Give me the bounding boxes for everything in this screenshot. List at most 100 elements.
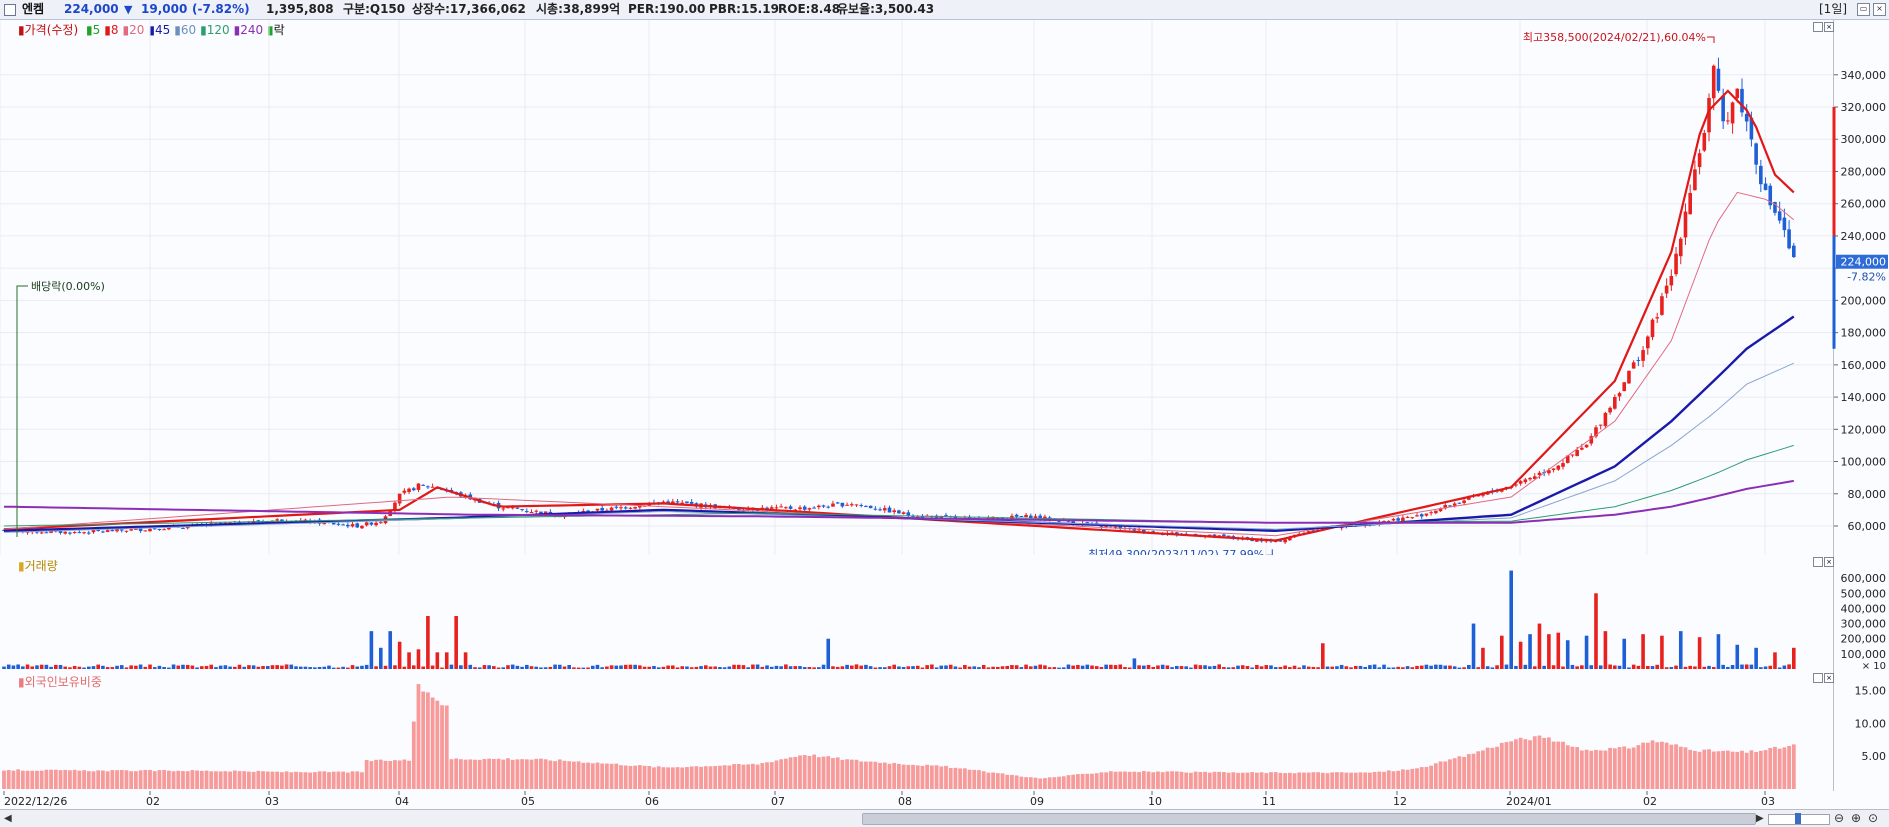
price-close-icon[interactable]: × (1824, 22, 1834, 32)
candle-body (892, 510, 896, 513)
volume-bar (996, 667, 1000, 669)
foreign-bar (831, 758, 835, 789)
volume-bar (1358, 665, 1363, 669)
volume-bar (327, 665, 331, 669)
candle-body (82, 532, 86, 534)
volume-bar (529, 666, 534, 669)
zoom-reset-icon[interactable]: ⊙ (1868, 811, 1878, 825)
scroll-left-icon[interactable]: ◀ (4, 813, 12, 824)
foreign-bar (463, 759, 468, 789)
foreign-bar (812, 754, 817, 789)
close-window-icon[interactable]: × (1873, 3, 1886, 16)
foreign-bar (1377, 771, 1382, 789)
header-checkbox[interactable] (4, 4, 16, 16)
foreign-bar (1697, 751, 1702, 789)
volume-bar (732, 664, 736, 669)
volume-bar (1683, 666, 1688, 669)
volume-bar (138, 664, 143, 669)
volume-bar (1061, 667, 1066, 669)
volume-bar (1377, 667, 1382, 669)
price-chart[interactable]: 최고358,500(2024/02/21),60.04%최저49,300(202… (0, 20, 1833, 561)
volume-bar (1457, 667, 1462, 669)
foreign-bar (1476, 751, 1481, 789)
volume-bar (91, 666, 96, 669)
foreign-bar (496, 758, 501, 789)
foreign-bar (1405, 769, 1410, 789)
foreign-bar (279, 772, 284, 789)
volume-bar (1189, 667, 1193, 669)
volume-bar (685, 666, 689, 669)
price-pane[interactable]: ▮가격(수정) ▮5 ▮8 ▮20 ▮45 ▮60 ▮120 ▮240 ▮락 최고358,5… (0, 20, 1833, 561)
zoom-out-icon[interactable]: ⊖ (1834, 811, 1844, 825)
period-selector[interactable]: [1일] (1819, 0, 1847, 19)
zoom-slider-handle[interactable] (1795, 813, 1801, 824)
price-tick-label: 160,000 (1841, 359, 1887, 372)
volume-pane[interactable]: ▮거래량 (0, 555, 1833, 672)
volume-bar (204, 665, 209, 669)
volume-bar (1777, 667, 1782, 669)
candle-body (1702, 132, 1707, 151)
candle-body (86, 532, 91, 534)
candle-body (628, 507, 633, 509)
dividend-annotation: 배당락(0.00%) (31, 280, 105, 293)
volume-bar (1174, 665, 1179, 669)
foreign-bar (642, 765, 647, 789)
foreign-bar (623, 765, 628, 789)
volume-bar (1467, 664, 1471, 669)
foreign-restore-icon[interactable] (1813, 673, 1823, 683)
foreign-bar (750, 763, 755, 789)
foreign-pane[interactable]: ▮외국인보유비중 (0, 671, 1833, 792)
volume-bar (680, 666, 685, 669)
volume-close-icon[interactable]: × (1824, 557, 1834, 567)
volume-bar (798, 666, 802, 669)
foreign-bar (1631, 747, 1636, 789)
volume-restore-icon[interactable] (1813, 557, 1823, 567)
scroll-right-icon[interactable]: ▶ (1756, 813, 1764, 824)
candle-body (944, 515, 948, 517)
scroll-thumb[interactable] (862, 813, 1756, 825)
candle-body (1697, 153, 1702, 168)
foreign-bar (1711, 751, 1716, 789)
candle-body (1448, 505, 1452, 507)
candle-body (520, 509, 524, 511)
foreign-bar (190, 770, 195, 789)
foreign-bar (1777, 748, 1782, 789)
price-tick-label: 100,000 (1841, 456, 1887, 469)
zoom-in-icon[interactable]: ⊕ (1851, 811, 1861, 825)
candle-body (421, 484, 425, 486)
candle-body (341, 524, 345, 526)
foreign-bar (350, 771, 355, 789)
foreign-bar (1763, 750, 1768, 789)
volume-bar (411, 665, 416, 669)
candle-body (162, 529, 166, 531)
candle-body (346, 524, 350, 527)
volume-bar (72, 665, 77, 669)
price-restore-icon[interactable] (1813, 22, 1823, 32)
volume-bar (1674, 665, 1678, 669)
foreign-bar (261, 771, 265, 789)
foreign-bar (124, 770, 129, 789)
volume-bar (623, 664, 628, 669)
horizontal-scrollbar[interactable]: ◀ ▶ ⊖ ⊕ ⊙ (0, 809, 1889, 827)
candle-body (887, 507, 892, 513)
date-tick-label: 02 (1643, 795, 1657, 808)
foreign-bar (345, 772, 350, 789)
foreign-close-icon[interactable]: × (1824, 673, 1834, 683)
volume-chart[interactable] (0, 555, 1833, 671)
volume-axis-scale: 100,000 200,000 300,000 400,000 500,000 600,0… (1841, 572, 1887, 672)
zoom-slider[interactable] (1768, 813, 1830, 825)
volume-bar (1584, 635, 1589, 669)
foreign-bar (181, 771, 185, 789)
price-change-pct: (-7.82%) (192, 2, 250, 16)
restore-window-icon[interactable]: ▭ (1857, 3, 1870, 16)
volume-bar (1547, 634, 1551, 669)
volume-bar (1740, 664, 1744, 669)
volume-bar (1509, 570, 1513, 669)
foreign-bar (176, 770, 181, 789)
candle-body (633, 507, 637, 509)
volume-bar (774, 665, 779, 669)
volume-bar (671, 665, 675, 669)
foreign-chart[interactable] (0, 671, 1833, 791)
candle-body (798, 507, 802, 510)
foreign-bar (1754, 752, 1759, 789)
